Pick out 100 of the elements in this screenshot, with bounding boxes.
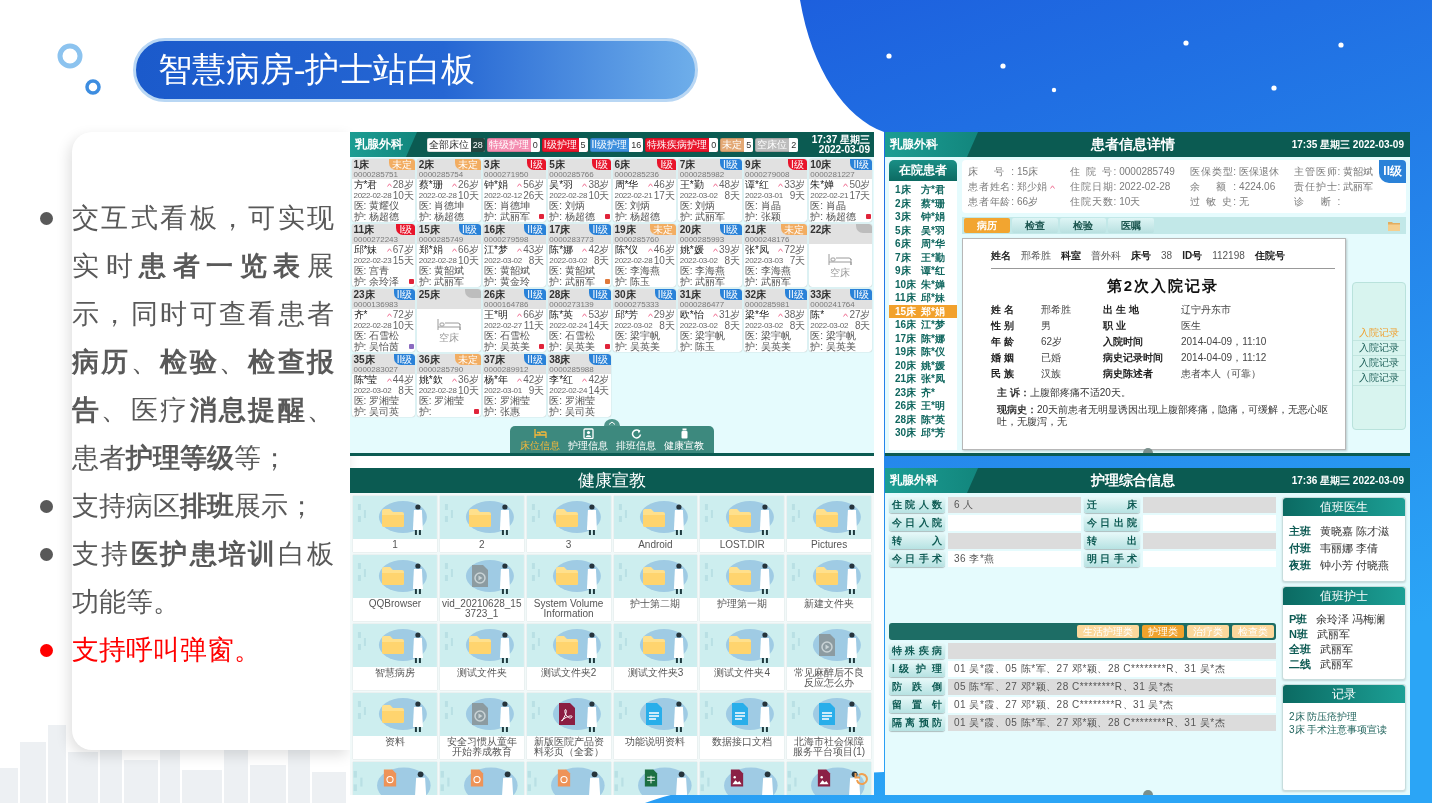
filter-chip[interactable]: 全部床位 28 — [426, 137, 485, 152]
patient-age: 42岁 — [588, 245, 610, 255]
bed-card[interactable]: 7床 II级 0000285982 王*勤 48岁 2022-03-02 8天 医: 刘炳 护: 武丽军 — [678, 159, 742, 222]
file-tile[interactable]: 2 — [439, 496, 524, 552]
file-tile[interactable]: 测试文件夹2 — [526, 623, 611, 690]
info-label: 责任护士: — [1294, 180, 1341, 194]
file-tile[interactable]: 护士第二期 — [613, 554, 698, 621]
file-tile[interactable]: 常见麻醉后不良反应怎么办 — [787, 623, 871, 690]
file-name: 3 — [564, 539, 573, 552]
nav-tab[interactable]: 排班信息 — [614, 428, 658, 452]
bed-card[interactable]: 32床 II级 0000285981 梁*华 38岁 2022-03-02 8天 医: 梁宇帆 护: 吴英美 — [743, 289, 807, 352]
record-list-item[interactable]: 入院记录 — [1353, 371, 1405, 386]
file-tile[interactable] — [700, 761, 785, 795]
patient-list-item[interactable]: 3床 钟*娟 — [889, 210, 957, 224]
bed-card[interactable]: 2床 未定 0000285754 蔡*珊 26岁 2022-02-2810天 医: 肖德坤 护: 杨超德 — [417, 159, 481, 222]
filter-chip[interactable]: 特级护理 0 — [486, 137, 540, 152]
patient-name: 钟*娟 — [484, 180, 508, 191]
patient-list-item[interactable]: 30床 邱*芳 — [889, 426, 957, 440]
filter-chip[interactable]: II级护理 16 — [589, 137, 644, 152]
file-tile[interactable]: vid_20210628_153723_1 — [439, 554, 524, 621]
patient-list-item[interactable]: 6床 周*华 — [889, 237, 957, 251]
file-tile[interactable]: Pictures — [787, 496, 871, 552]
empty-bed-icon — [436, 318, 461, 331]
nav-tab[interactable]: 健康宣教 — [662, 428, 706, 452]
file-tile[interactable]: 数据接口文档 — [700, 692, 785, 759]
patient-list-item[interactable]: 28床 陈*英 — [889, 412, 957, 426]
file-tile[interactable]: 资料 — [353, 692, 437, 759]
record-tab[interactable]: 检查 — [1012, 218, 1058, 233]
file-tile[interactable]: Android — [613, 496, 698, 552]
file-tile[interactable]: 1 — [353, 496, 437, 552]
bed-card[interactable]: 11床 I级 0000272243 邱*妹 67岁 2022-02-2315天 医: 宫青 护: 余玲泽 — [352, 224, 416, 287]
filter-chip[interactable]: 未定 5 — [720, 137, 754, 152]
patient-list-item[interactable]: 19床 陈*仪 — [889, 345, 957, 359]
patient-list-item[interactable]: 17床 陈*娜 — [889, 331, 957, 345]
file-tile[interactable]: LOST.DIR — [700, 496, 785, 552]
patient-list-item[interactable]: 21床 张*凤 — [889, 372, 957, 386]
bed-card[interactable]: 22床 空床 — [808, 224, 872, 287]
file-tile[interactable]: 智慧病房 — [353, 623, 437, 690]
doctor-name: 医: 宫青 — [353, 266, 390, 276]
file-tile[interactable]: 新版医院产品资料彩页（全套） — [526, 692, 611, 759]
patient-list-item[interactable]: 10床 朱*婵 — [889, 277, 957, 291]
file-tile[interactable] — [613, 761, 698, 795]
bed-card[interactable]: 37床 II级 0000289912 杨*年 42岁 2022-03-01 9天 医: 罗湘莹 护: 张惠 — [482, 354, 546, 417]
file-tile[interactable]: 测试文件夹 — [439, 623, 524, 690]
nav-tab[interactable]: 护理信息 — [566, 428, 610, 452]
patient-list-item[interactable]: 2床 蔡*珊 — [889, 196, 957, 210]
stay-days: 17天 — [849, 190, 871, 201]
bed-card[interactable]: 26床 II级 0000164786 王*明 66岁 2022-02-27 11天 医: 石雪松 护: 吴英美 — [482, 289, 546, 352]
patient-list-item[interactable]: 23床 齐* — [889, 385, 957, 399]
bed-card[interactable]: 15床 II级 0000285749 郑*娟 66岁 2022-02-2810天 医: 黄韶斌 护: 武丽军 — [417, 224, 481, 287]
file-tile[interactable] — [439, 761, 524, 795]
record-list-item[interactable]: 入院记录 — [1353, 356, 1405, 371]
record-list-item[interactable]: 入院记录 — [1353, 341, 1405, 356]
bed-card[interactable]: 25床 空床 — [417, 289, 481, 352]
file-tile[interactable] — [787, 761, 871, 795]
patient-list-item[interactable]: 7床 王*勤 — [889, 250, 957, 264]
record-tab[interactable]: 医嘱 — [1108, 218, 1154, 233]
bed-number: 23床 — [352, 289, 376, 300]
bed-card[interactable]: 10床 II级 0000281227 朱*婵 50岁 2022-02-21 17天 医: 肖晶 护: 杨超德 — [808, 159, 872, 222]
patient-list-item[interactable]: 1床 方*君 — [889, 183, 957, 197]
file-tile[interactable]: 安全习惯从童年开始养成教育 — [439, 692, 524, 759]
bed-card[interactable]: 5床 I级 0000285766 吴*羽 38岁 2022-02-28 10天 医: 刘炳 护: 杨超德 — [547, 159, 611, 222]
bed-card[interactable]: 20床 II级 0000285993 姚*媛 39岁 2022-03-02 8天 医: 李海燕 护: 武丽军 — [678, 224, 742, 287]
file-tile[interactable]: System Volume Information — [526, 554, 611, 621]
bed-card[interactable]: 6床 I级 0000285236 周*华 46岁 2022-02-2117天 医: 刘炳 护: 杨超德 — [613, 159, 677, 222]
patient-list-item[interactable]: 16床 江*梦 — [889, 318, 957, 332]
bed-card[interactable]: 19床 未定 0000285760 陈*仪 46岁 2022-02-2810天 医: 李海燕 护: 陈玉 — [613, 224, 677, 287]
bed-card[interactable]: 9床 I级 0000279008 谭*红 33岁 2022-03-01 9天 医: 肖晶 护: 张颖 — [743, 159, 807, 222]
record-tab[interactable]: 检验 — [1060, 218, 1106, 233]
bed-card[interactable]: 31床 II级 0000286477 欧*怡 31岁 2022-03-02 8天 医: 梁宇帆 护: 陈玉 — [678, 289, 742, 352]
bed-card[interactable]: 35床 II级 0000283027 陈*莹 44岁 2022-03-02 8天 医: 罗湘莹 护: 吴司英 — [352, 354, 416, 417]
file-tile[interactable]: QQBrowser — [353, 554, 437, 621]
file-tile[interactable]: 功能说明资料 — [613, 692, 698, 759]
file-tile[interactable]: 3 — [526, 496, 611, 552]
bed-card[interactable]: 3床 I级 0000271950 钟*娟 56岁 2022-02-1226天 医: 肖德坤 护: 武丽军 — [482, 159, 546, 222]
bed-card[interactable]: 36床 未定 0000285790 姚*欽 36岁 2022-02-2810天 医: 罗湘莹 护: — [417, 354, 481, 417]
patient-list-item[interactable]: 26床 王*明 — [889, 399, 957, 413]
patient-list-item[interactable]: 11床 邱*妹 — [889, 291, 957, 305]
file-tile[interactable]: 护理第一期 — [700, 554, 785, 621]
doc-field-value: 患者本人（可靠） — [1181, 367, 1262, 381]
bed-card[interactable]: 1床 未定 0000285751 方*君 28岁 2022-02-2810天 医: 黄耀仪 护: 杨超德 — [352, 159, 416, 222]
filter-chip[interactable]: 特殊疾病护理 0 — [645, 137, 719, 152]
bed-card[interactable]: 23床 II级 0000136983 齐* 72岁 2022-02-2810天 医: 石雪松 护: 吴怡茵 — [352, 289, 416, 352]
bed-card[interactable]: 38床 II级 0000285988 李*红 42岁 2022-02-24 14天 医: 罗湘莹 护: 吴司英 — [547, 354, 611, 417]
bed-card[interactable]: 33床 II级 0000241764 陈* 27岁 2022-03-02 8天 医: 梁宇帆 护: 吴英美 — [808, 289, 872, 352]
bed-card[interactable]: 17床 II级 0000283773 陈*娜 42岁 2022-03-02 8天 医: 黄韶斌 护: 武丽军 — [547, 224, 611, 287]
file-tile[interactable]: 北海市社会保障服务平台项目(1) — [787, 692, 871, 759]
file-tile[interactable] — [526, 761, 611, 795]
bed-card[interactable]: 28床 II级 0000273139 陈*英 53岁 2022-02-24 14天 医: 石雪松 护: 吴英美 — [547, 289, 611, 352]
bed-card[interactable]: 16床 II级 0000279598 江*梦 43岁 2022-03-02 8天 医: 黄韶斌 护: 黄金玲 — [482, 224, 546, 287]
bed-card[interactable]: 30床 II级 0000275333 邱*芳 29岁 2022-03-02 8天 医: 梁宇帆 护: 吴英美 — [613, 289, 677, 352]
bed-card[interactable]: 21床 未定 0000248176 张*凤 72岁 2022-03-03 7天 医: 李海燕 护: 武丽军 — [743, 224, 807, 287]
patient-list-item[interactable]: 20床 姚*媛 — [889, 358, 957, 372]
file-tile[interactable] — [353, 761, 437, 795]
file-tile[interactable]: 测试文件夹4 — [700, 623, 785, 690]
file-tile[interactable]: 新建文件夹 — [787, 554, 871, 621]
filter-chip[interactable]: I级护理 5 — [541, 137, 588, 152]
patient-list-item[interactable]: 9床 谭*红 — [889, 264, 957, 278]
file-tile[interactable]: 测试文件夹3 — [613, 623, 698, 690]
patient-list-item[interactable]: 5床 吴*羽 — [889, 223, 957, 237]
